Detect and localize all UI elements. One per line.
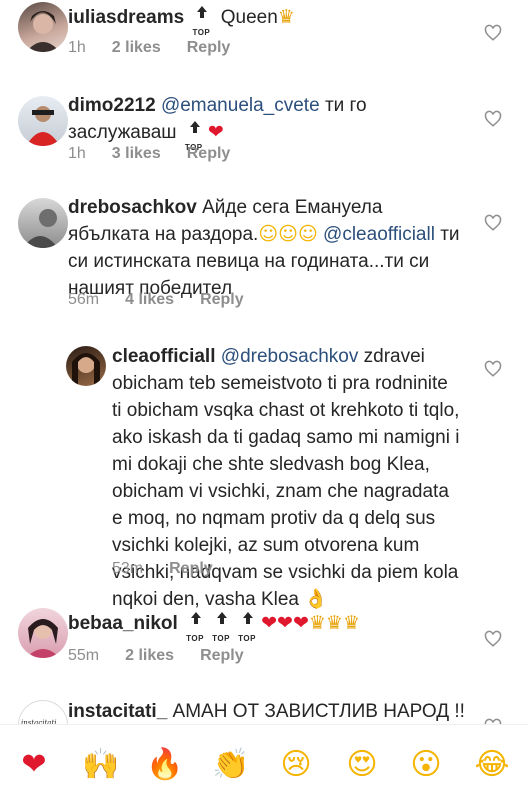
comment-meta: 1h 3 likes Reply: [68, 145, 256, 163]
red-heart-icon: ❤: [207, 121, 224, 143]
top-badge: TOP: [238, 611, 258, 643]
username[interactable]: dimo2212: [68, 95, 156, 116]
mention-link[interactable]: @cleaofficiall: [323, 224, 435, 245]
comment-text: instacitati_ АМАН ОТ ЗАВИСТЛИВ НАРОД !!: [68, 698, 468, 725]
comment-text: dimo2212 @emanuela_cvete ти го заслужава…: [68, 92, 458, 152]
reply-button[interactable]: Reply: [187, 39, 231, 56]
comment-body: Queen: [220, 7, 278, 28]
comment-meta: 53m Reply: [112, 560, 239, 578]
avatar-image: [26, 11, 60, 52]
emoji-reaction-bar: ❤ 🙌 🔥 👏 😢 😍 😮 😂: [0, 724, 528, 801]
top-badge: TOP: [185, 120, 205, 152]
avatar-image: [23, 209, 58, 248]
username[interactable]: instacitati_: [68, 701, 167, 722]
up-arrow-icon: [191, 611, 202, 624]
up-arrow-icon: [189, 120, 200, 133]
avatar-image: [26, 106, 60, 146]
top-badge: TOP: [212, 611, 232, 643]
username[interactable]: drebosachkov: [68, 197, 197, 218]
surprised-face-emoji-icon[interactable]: 😮: [408, 747, 444, 783]
clapping-hands-emoji-icon[interactable]: 👏: [212, 747, 249, 783]
raised-hands-emoji-icon[interactable]: 🙌: [82, 747, 119, 783]
tears-of-joy-icon: ☺☺☺: [258, 223, 318, 245]
avatar-image: [26, 619, 60, 658]
like-heart-icon[interactable]: [484, 630, 502, 648]
likes-count[interactable]: 3 likes: [112, 145, 161, 162]
heart-emoji-icon[interactable]: ❤: [16, 747, 52, 783]
crying-face-emoji-icon[interactable]: 😢: [278, 747, 314, 783]
reply-button[interactable]: Reply: [187, 145, 231, 162]
up-arrow-icon: [197, 5, 208, 18]
comment-meta: 1h 2 likes Reply: [68, 39, 256, 57]
fire-emoji-icon[interactable]: 🔥: [146, 747, 183, 783]
like-heart-icon[interactable]: [484, 24, 502, 42]
username[interactable]: iuliasdreams: [68, 7, 184, 28]
comment-text: bebaa_nikol TOP TOP TOP ❤❤❤♛♛♛: [68, 610, 468, 643]
tears-of-joy-emoji-icon[interactable]: 😂: [474, 747, 510, 783]
avatar[interactable]: [18, 198, 68, 248]
timestamp: 1h: [68, 39, 86, 56]
mention-link[interactable]: @emanuela_cvete: [161, 95, 320, 116]
comment-meta: 55m 2 likes Reply: [68, 647, 270, 665]
avatar[interactable]: [18, 2, 68, 52]
username[interactable]: bebaa_nikol: [68, 613, 178, 634]
timestamp: 53m: [112, 560, 144, 577]
ok-hand-icon: 👌: [304, 588, 328, 610]
comment-text: drebosachkov Айде сега Емануела ябълката…: [68, 194, 468, 302]
likes-count[interactable]: 2 likes: [112, 39, 161, 56]
reply-button[interactable]: Reply: [169, 560, 213, 577]
crown-icon: ♛♛♛: [308, 612, 360, 634]
crown-icon: ♛: [277, 6, 295, 28]
timestamp: 1h: [68, 145, 86, 162]
top-badge: TOP: [186, 611, 206, 643]
comment-meta: 56m 4 likes Reply: [68, 291, 270, 309]
timestamp: 55m: [68, 647, 100, 664]
mention-link[interactable]: @drebosachkov: [221, 346, 359, 367]
likes-count[interactable]: 2 likes: [125, 647, 174, 664]
like-heart-icon[interactable]: [484, 214, 502, 232]
timestamp: 56m: [68, 291, 100, 308]
avatar[interactable]: [18, 608, 68, 658]
reply-button[interactable]: Reply: [200, 647, 244, 664]
avatar-image: [72, 353, 100, 386]
avatar[interactable]: [66, 346, 106, 386]
like-heart-icon[interactable]: [484, 360, 502, 378]
top-badge: TOP: [192, 5, 212, 37]
red-heart-icon: ❤❤❤: [261, 612, 309, 634]
heart-eyes-emoji-icon[interactable]: 😍: [344, 747, 380, 783]
likes-count[interactable]: 4 likes: [125, 291, 174, 308]
comment-text: iuliasdreams TOP Queen♛: [68, 4, 468, 37]
up-arrow-icon: [243, 611, 254, 624]
like-heart-icon[interactable]: [484, 110, 502, 128]
username[interactable]: cleaofficiall: [112, 346, 216, 367]
comment-body: АМАН ОТ ЗАВИСТЛИВ НАРОД !!: [172, 701, 465, 722]
reply-button[interactable]: Reply: [200, 291, 244, 308]
up-arrow-icon: [217, 611, 228, 624]
avatar[interactable]: [18, 96, 68, 146]
